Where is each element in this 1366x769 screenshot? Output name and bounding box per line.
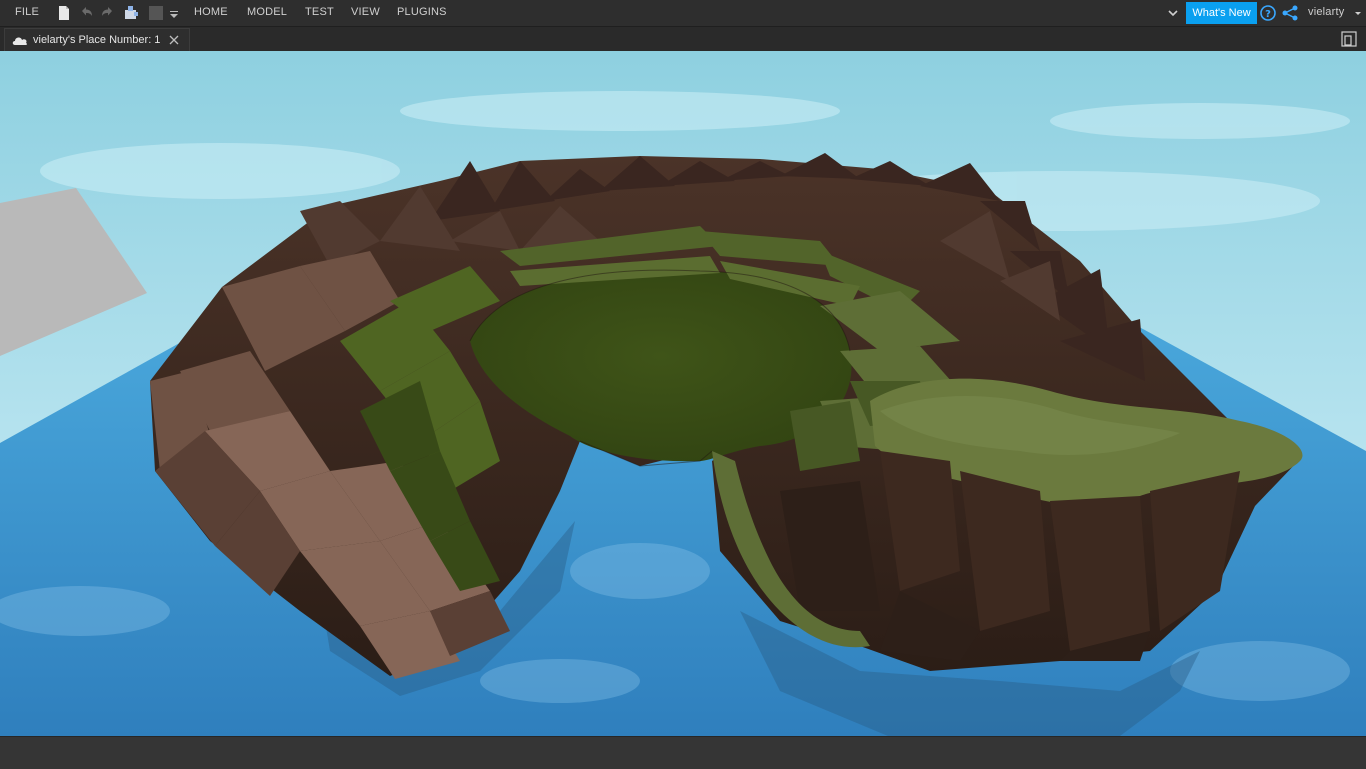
terrain-scene — [0, 51, 1366, 736]
cloud-icon — [12, 37, 28, 45]
username[interactable]: vielarty — [1308, 0, 1344, 26]
help-icon[interactable]: ? — [1259, 4, 1277, 22]
document-tab-bar: vielarty's Place Number: 1 — [0, 27, 1366, 52]
svg-text:?: ? — [1265, 9, 1271, 20]
dropdown-arrow-icon[interactable] — [168, 4, 180, 22]
caret-down-icon[interactable] — [1352, 4, 1364, 22]
puzzle-icon[interactable] — [122, 4, 140, 22]
tab-view[interactable]: VIEW — [351, 0, 380, 26]
device-icon[interactable] — [1340, 30, 1358, 48]
undo-icon[interactable] — [77, 4, 95, 22]
tab-test[interactable]: TEST — [305, 0, 334, 26]
3d-viewport[interactable] — [0, 51, 1366, 736]
close-icon[interactable] — [169, 35, 179, 45]
whats-new-button[interactable]: What's New — [1186, 2, 1257, 24]
document-tab-title: vielarty's Place Number: 1 — [33, 34, 161, 46]
share-icon[interactable] — [1281, 4, 1299, 22]
document-tab[interactable]: vielarty's Place Number: 1 — [4, 28, 190, 52]
file-menu[interactable]: FILE — [15, 0, 39, 26]
tab-plugins[interactable]: PLUGINS — [397, 0, 447, 26]
redo-icon[interactable] — [99, 4, 117, 22]
tab-model[interactable]: MODEL — [247, 0, 287, 26]
file-icon[interactable] — [55, 4, 73, 22]
stop-icon[interactable] — [147, 4, 165, 22]
menu-bar: FILE HOME MODEL TEST VIEW PLUGINS What's… — [0, 0, 1366, 27]
tab-home[interactable]: HOME — [194, 0, 228, 26]
command-bar — [0, 736, 1366, 769]
chevron-down-icon[interactable] — [1166, 4, 1180, 22]
